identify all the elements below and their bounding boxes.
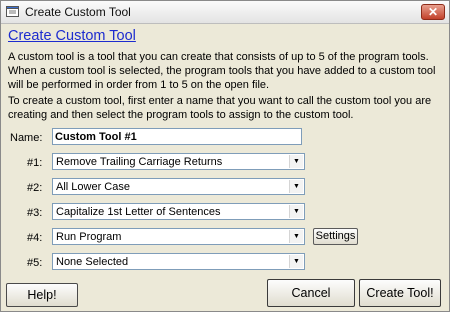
tool-3-select[interactable]: Capitalize 1st Letter of Sentences ▼ bbox=[52, 203, 305, 220]
tool-3-label: #3: bbox=[27, 207, 43, 219]
tool-4-select[interactable]: Run Program ▼ bbox=[52, 228, 305, 245]
cancel-button[interactable]: Cancel bbox=[267, 279, 355, 307]
chevron-down-icon[interactable]: ▼ bbox=[289, 180, 303, 193]
help-button[interactable]: Help! bbox=[6, 283, 78, 307]
page-title: Create Custom Tool bbox=[8, 28, 136, 44]
tool-4-value: Run Program bbox=[56, 231, 122, 243]
chevron-down-icon[interactable]: ▼ bbox=[289, 255, 303, 268]
chevron-down-icon[interactable]: ▼ bbox=[289, 205, 303, 218]
close-icon: ✕ bbox=[427, 5, 439, 19]
tool-1-label: #1: bbox=[27, 157, 43, 169]
tool-1-value: Remove Trailing Carriage Returns bbox=[56, 156, 223, 168]
close-button[interactable]: ✕ bbox=[421, 4, 445, 20]
create-tool-button[interactable]: Create Tool! bbox=[359, 279, 441, 307]
name-label: Name: bbox=[10, 132, 43, 144]
tool-2-select[interactable]: All Lower Case ▼ bbox=[52, 178, 305, 195]
chevron-down-icon[interactable]: ▼ bbox=[289, 155, 303, 168]
tool-5-value: None Selected bbox=[56, 256, 129, 268]
title-bar[interactable]: Create Custom Tool ✕ bbox=[1, 1, 449, 24]
tool-1-select[interactable]: Remove Trailing Carriage Returns ▼ bbox=[52, 153, 305, 170]
settings-button[interactable]: Settings bbox=[313, 228, 358, 245]
tool-5-label: #5: bbox=[27, 257, 43, 269]
description-paragraph-1: A custom tool is a tool that you can cre… bbox=[8, 51, 436, 91]
tool-5-select[interactable]: None Selected ▼ bbox=[52, 253, 305, 270]
description-paragraph-2: To create a custom tool, first enter a n… bbox=[8, 95, 432, 121]
window-title: Create Custom Tool bbox=[25, 5, 131, 19]
tool-4-label: #4: bbox=[27, 232, 43, 244]
tool-2-label: #2: bbox=[27, 182, 43, 194]
tool-2-value: All Lower Case bbox=[56, 181, 130, 193]
notepad-icon bbox=[6, 6, 19, 17]
create-custom-tool-dialog: Create Custom Tool ✕ Create Custom Tool … bbox=[0, 0, 450, 312]
tool-3-value: Capitalize 1st Letter of Sentences bbox=[56, 206, 221, 218]
tool-name-input[interactable] bbox=[52, 128, 302, 145]
chevron-down-icon[interactable]: ▼ bbox=[289, 230, 303, 243]
